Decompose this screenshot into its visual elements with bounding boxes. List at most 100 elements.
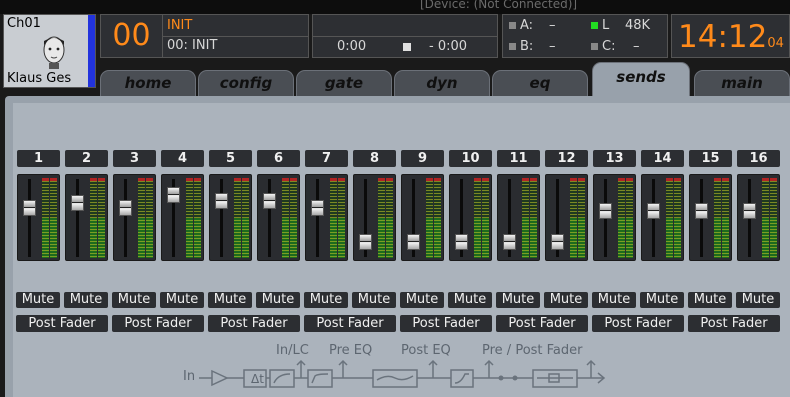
mute-button-3[interactable]: Mute <box>112 292 156 308</box>
clock-hhmm: 14:12 <box>678 19 768 55</box>
fader-track[interactable] <box>268 179 271 257</box>
mute-button-1[interactable]: Mute <box>16 292 60 308</box>
stop-icon[interactable] <box>403 43 411 51</box>
bus-label-15: 15 <box>689 150 732 167</box>
tap-select-13-14[interactable]: Post Fader <box>592 315 684 332</box>
tap-select-1-2[interactable]: Post Fader <box>16 315 108 332</box>
fader-knob[interactable] <box>407 234 420 250</box>
level-meter <box>330 178 337 258</box>
tab-config[interactable]: config <box>198 70 294 96</box>
fader-knob[interactable] <box>743 203 756 219</box>
scene-number: 00 <box>101 15 163 57</box>
fader-knob[interactable] <box>455 234 468 250</box>
mute-button-16[interactable]: Mute <box>736 292 780 308</box>
mute-button-6[interactable]: Mute <box>256 292 300 308</box>
meter-scale <box>626 178 633 258</box>
bus-label-11: 11 <box>497 150 540 167</box>
level-meter <box>194 178 201 258</box>
fader-knob[interactable] <box>551 234 564 250</box>
level-meter <box>522 178 529 258</box>
mute-button-2[interactable]: Mute <box>64 292 108 308</box>
meter-clip <box>378 178 385 181</box>
meter-clip <box>570 178 577 181</box>
send-strip-13 <box>593 174 636 261</box>
tab-home[interactable]: home <box>100 70 196 96</box>
tab-sends[interactable]: sends <box>592 62 690 96</box>
fader-knob[interactable] <box>503 234 516 250</box>
fader-knob[interactable] <box>359 234 372 250</box>
fader-track[interactable] <box>28 179 31 257</box>
tab-eq[interactable]: eq <box>492 70 588 96</box>
fader-track[interactable] <box>76 179 79 257</box>
fader-track[interactable] <box>124 179 127 257</box>
meter-scale <box>426 178 433 258</box>
send-strip-9 <box>401 174 444 261</box>
fader-knob[interactable] <box>71 195 84 211</box>
fader-knob[interactable] <box>167 187 180 203</box>
meter-scale <box>234 178 241 258</box>
meter-clip <box>578 178 585 181</box>
bus-label-5: 5 <box>209 150 252 167</box>
fader-knob[interactable] <box>647 203 660 219</box>
meter-clip <box>770 178 777 181</box>
io-c-value: – <box>633 39 640 54</box>
mute-button-9[interactable]: Mute <box>400 292 444 308</box>
fader-knob[interactable] <box>23 200 36 216</box>
mute-button-12[interactable]: Mute <box>544 292 588 308</box>
mute-button-10[interactable]: Mute <box>448 292 492 308</box>
mute-button-14[interactable]: Mute <box>640 292 684 308</box>
mute-button-4[interactable]: Mute <box>160 292 204 308</box>
bus-label-8: 8 <box>353 150 396 167</box>
fader-knob[interactable] <box>599 203 612 219</box>
send-strip-3 <box>113 174 156 261</box>
channel-display[interactable]: Ch01 Klaus Ges <box>3 14 96 88</box>
fader-knob[interactable] <box>119 200 132 216</box>
meter-clip <box>138 178 145 181</box>
tab-gate[interactable]: gate <box>296 70 392 96</box>
tap-select-15-16[interactable]: Post Fader <box>688 315 780 332</box>
mute-button-13[interactable]: Mute <box>592 292 636 308</box>
mute-button-11[interactable]: Mute <box>496 292 540 308</box>
fader-track[interactable] <box>316 179 319 257</box>
meter-scale <box>42 178 49 258</box>
tap-select-11-12[interactable]: Post Fader <box>496 315 588 332</box>
meter-scale <box>530 178 537 258</box>
fader-knob[interactable] <box>311 200 324 216</box>
tap-select-3-4[interactable]: Post Fader <box>112 315 204 332</box>
status-dot-icon <box>591 22 598 29</box>
remaining-time: - 0:00 <box>429 39 468 54</box>
meter-clip <box>722 178 729 181</box>
channel-name: Klaus Ges <box>7 71 72 86</box>
transport-display[interactable]: 0:00 - 0:00 <box>312 14 498 58</box>
tap-select-5-6[interactable]: Post Fader <box>208 315 300 332</box>
meter-clip <box>474 178 481 181</box>
mute-button-15[interactable]: Mute <box>688 292 732 308</box>
io-l-label: L <box>602 18 610 33</box>
fader-knob[interactable] <box>695 203 708 219</box>
mute-button-8[interactable]: Mute <box>352 292 396 308</box>
connection-status: [Device: (Not Connected)] <box>420 0 578 11</box>
clock-seconds: 04 <box>767 36 784 51</box>
scene-display[interactable]: 00 INIT 00: INIT <box>100 14 309 58</box>
fader-track[interactable] <box>220 179 223 257</box>
tab-dyn[interactable]: dyn <box>394 70 490 96</box>
tap-select-7-8[interactable]: Post Fader <box>304 315 396 332</box>
level-meter <box>666 178 673 258</box>
meter-scale <box>330 178 337 258</box>
fader-knob[interactable] <box>215 193 228 209</box>
top-strip: [Device: (Not Connected)] <box>0 0 790 14</box>
tab-main[interactable]: main <box>694 70 790 96</box>
fader-knob[interactable] <box>263 193 276 209</box>
io-c-label: C: <box>602 39 616 54</box>
mute-button-5[interactable]: Mute <box>208 292 252 308</box>
meter-scale <box>522 178 529 258</box>
level-meter <box>282 178 289 258</box>
meter-clip <box>522 178 529 181</box>
mute-button-7[interactable]: Mute <box>304 292 348 308</box>
meter-clip <box>90 178 97 181</box>
bus-label-6: 6 <box>257 150 300 167</box>
level-meter <box>714 178 721 258</box>
tap-select-9-10[interactable]: Post Fader <box>400 315 492 332</box>
meter-scale <box>146 178 153 258</box>
level-meter <box>482 178 489 258</box>
